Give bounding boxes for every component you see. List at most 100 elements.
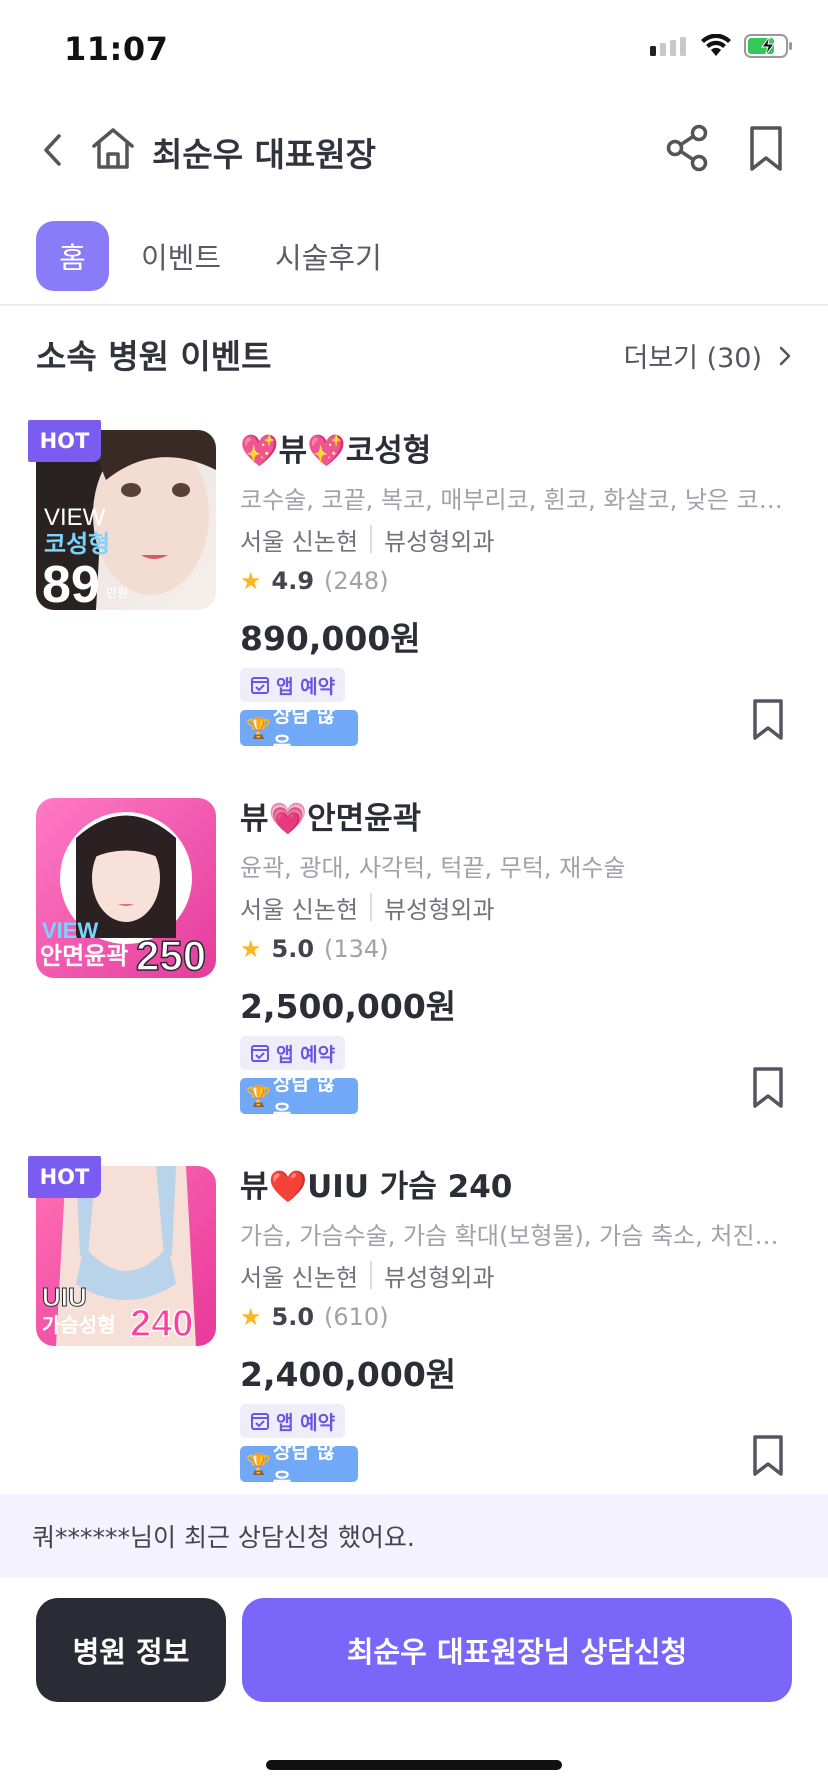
tab-home[interactable]: 홈: [36, 221, 109, 291]
home-indicator: [266, 1760, 562, 1770]
event-card[interactable]: HOT VIEW 코성형 89 만원 💖뷰💖 코성형 코수술, 코끝, 복코, …: [0, 420, 828, 780]
app-booking-label: 앱 예약: [276, 1411, 336, 1434]
rating-score: 5.0: [271, 1303, 315, 1331]
share-button[interactable]: [662, 122, 714, 174]
event-title-main: UIU 가슴 240: [307, 1168, 513, 1205]
event-location-area: 서울 신논현: [240, 895, 359, 924]
event-thumbnail[interactable]: VIEW 안면윤곽 250: [36, 798, 216, 978]
trophy-icon: 🏆: [246, 1084, 271, 1108]
home-icon: [92, 128, 134, 169]
event-thumbnail-image: VIEW 안면윤곽 250: [36, 798, 216, 978]
cellular-signal-icon: [650, 37, 686, 56]
app-booking-label: 앱 예약: [276, 1043, 336, 1066]
event-price: 2,400,000원: [240, 1355, 457, 1394]
event-tags: 코수술, 코끝, 복코, 매부리코, 휜코, 화살코, 낮은 코…: [240, 486, 783, 514]
event-bookmark-button[interactable]: [752, 698, 784, 742]
calendar-check-icon: [251, 677, 269, 694]
event-title-main: 안면윤곽: [307, 800, 422, 837]
wifi-icon: [701, 34, 731, 56]
hospital-info-button[interactable]: 병원 정보: [36, 1598, 226, 1702]
section-header: 소속 병원 이벤트 더보기 (30): [36, 326, 792, 376]
event-tags: 가슴, 가슴수술, 가슴 확대(보형물), 가슴 축소, 처진…: [240, 1222, 779, 1250]
status-bar: 11:07: [0, 0, 828, 100]
event-title-prefix: 💖뷰💖: [240, 432, 346, 469]
bookmark-icon: [753, 699, 783, 740]
event-bookmark-button[interactable]: [752, 1066, 784, 1110]
bottom-action-bar: 병원 정보 최순우 대표원장님 상담신청: [0, 1598, 828, 1702]
thumb-text-line1: VIEW: [42, 918, 98, 943]
tabs-divider: [0, 304, 828, 306]
tab-events[interactable]: 이벤트: [123, 221, 239, 291]
app-booking-badge: 앱 예약: [240, 1404, 346, 1438]
event-title[interactable]: 뷰💗 안면윤곽: [240, 788, 790, 842]
event-location-area: 서울 신논현: [240, 527, 359, 556]
hot-badge: HOT: [28, 420, 101, 462]
event-title[interactable]: 💖뷰💖 코성형: [240, 420, 790, 474]
event-price: 890,000원: [240, 619, 421, 658]
event-location: 서울 신논현 뷰성형외과: [240, 522, 790, 556]
event-tags: 윤곽, 광대, 사각턱, 턱끝, 무턱, 재수술: [240, 854, 626, 882]
popular-consult-badge: 🏆 상담 많은: [240, 703, 358, 756]
thumb-text-line2: 가슴성형: [42, 1314, 116, 1337]
thumb-text-unit: 만원: [106, 586, 128, 600]
bookmark-icon: [753, 1435, 783, 1476]
event-title[interactable]: 뷰❤️ UIU 가슴 240: [240, 1156, 790, 1210]
event-clinic-name: 뷰성형외과: [384, 1263, 495, 1292]
event-rating: ★ 4.9 (248): [240, 564, 790, 598]
event-rating: ★ 5.0 (610): [240, 1300, 790, 1334]
top-nav-header: 최순우 대표원장: [0, 110, 828, 192]
status-time: 11:07: [64, 30, 169, 68]
event-card[interactable]: VIEW 안면윤곽 250 뷰💗 안면윤곽 윤곽, 광대, 사각턱, 턱끝, 무…: [0, 788, 828, 1148]
calendar-check-icon: [251, 1413, 269, 1430]
location-divider: [370, 1261, 373, 1289]
review-count: (610): [324, 1303, 389, 1331]
event-card-body: 뷰❤️ UIU 가슴 240 가슴, 가슴수술, 가슴 확대(보형물), 가슴 …: [240, 1156, 790, 1492]
page-title: 최순우 대표원장: [152, 135, 377, 174]
more-link-label: 더보기 (30): [623, 343, 762, 374]
event-rating: ★ 5.0 (134): [240, 932, 790, 966]
tab-bar: 홈 이벤트 시술후기: [36, 221, 418, 291]
event-title-prefix: 뷰❤️: [240, 1168, 308, 1205]
star-icon: ★: [240, 567, 262, 595]
more-link[interactable]: 더보기 (30): [623, 336, 792, 375]
event-card[interactable]: HOT UIU 가슴성형 240 뷰❤️ UIU 가슴 240 가슴, 가슴수술…: [0, 1156, 828, 1516]
tab-reviews[interactable]: 시술후기: [257, 221, 400, 291]
recent-consult-notice: 쿼******님이 최근 상담신청 했어요.: [0, 1494, 828, 1578]
popular-consult-badge: 🏆 상담 많은: [240, 1439, 358, 1492]
app-booking-label: 앱 예약: [276, 675, 336, 698]
event-card-body: 💖뷰💖 코성형 코수술, 코끝, 복코, 매부리코, 휜코, 화살코, 낮은 코…: [240, 420, 790, 756]
popular-consult-label: 상담 많은: [272, 703, 336, 756]
bookmark-button[interactable]: [744, 124, 788, 174]
thumb-text-line3: 89: [42, 556, 100, 610]
back-button[interactable]: [30, 128, 74, 172]
event-bookmark-button[interactable]: [752, 1434, 784, 1478]
popular-consult-label: 상담 많은: [272, 1439, 336, 1492]
star-icon: ★: [240, 935, 262, 963]
calendar-check-icon: [251, 1045, 269, 1062]
app-booking-badge: 앱 예약: [240, 1036, 346, 1070]
popular-consult-badge: 🏆 상담 많은: [240, 1071, 358, 1124]
bookmark-icon: [753, 1067, 783, 1108]
review-count: (248): [324, 567, 389, 595]
thumb-text-line2: 안면윤곽: [40, 943, 128, 970]
battery-charging-icon: [744, 34, 792, 58]
event-title-prefix: 뷰💗: [240, 800, 308, 837]
chevron-left-icon: [44, 134, 61, 166]
app-booking-badge: 앱 예약: [240, 668, 346, 702]
consult-request-button[interactable]: 최순우 대표원장님 상담신청: [242, 1598, 792, 1702]
thumb-text-line1: VIEW: [44, 504, 106, 531]
home-button[interactable]: [88, 124, 138, 174]
popular-consult-label: 상담 많은: [272, 1071, 336, 1124]
location-divider: [370, 525, 373, 553]
event-title-main: 코성형: [345, 432, 432, 469]
status-icons: [650, 34, 794, 58]
notice-text: 쿼******님이 최근 상담신청 했어요.: [32, 1523, 415, 1552]
section-title: 소속 병원 이벤트: [36, 337, 272, 376]
thumb-text-line3: 240: [130, 1303, 193, 1345]
event-location: 서울 신논현 뷰성형외과: [240, 890, 790, 924]
event-location: 서울 신논현 뷰성형외과: [240, 1258, 790, 1292]
rating-score: 5.0: [271, 935, 315, 963]
hot-badge: HOT: [28, 1156, 101, 1198]
thumb-text-line3: 250: [136, 932, 206, 978]
event-price: 2,500,000원: [240, 987, 457, 1026]
